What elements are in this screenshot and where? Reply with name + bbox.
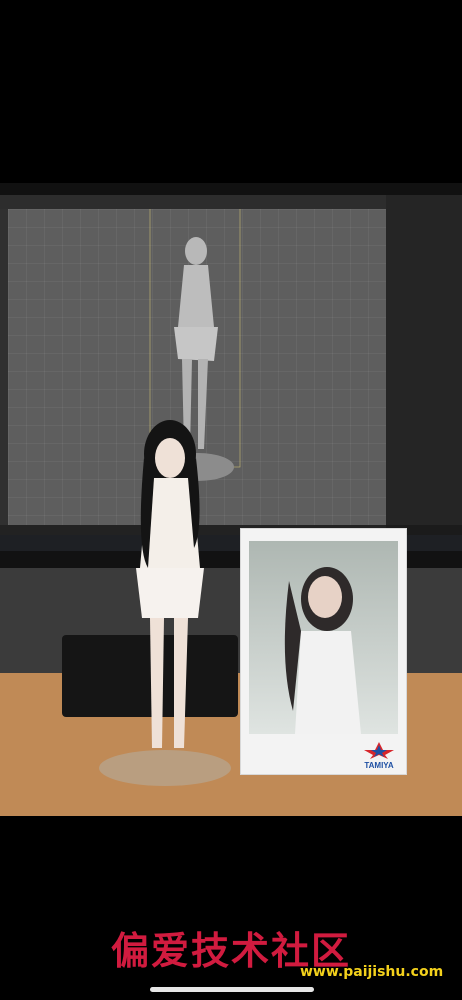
product-box: TAMIYA xyxy=(240,528,407,775)
app-toolbar xyxy=(0,195,386,209)
monitor xyxy=(0,183,462,568)
tamiya-brand-label: TAMIYA xyxy=(364,761,394,770)
box-art-figure xyxy=(284,567,361,734)
app-menubar xyxy=(0,183,462,195)
home-indicator[interactable] xyxy=(150,987,314,992)
figure xyxy=(136,420,204,748)
watermark-url: www.paijishu.com xyxy=(300,964,444,980)
properties-panel xyxy=(386,195,462,525)
tamiya-star-logo-icon xyxy=(364,742,394,759)
tool-sidebar xyxy=(0,209,8,525)
photo: TAMIYA xyxy=(0,183,462,816)
box-artwork xyxy=(249,541,398,734)
